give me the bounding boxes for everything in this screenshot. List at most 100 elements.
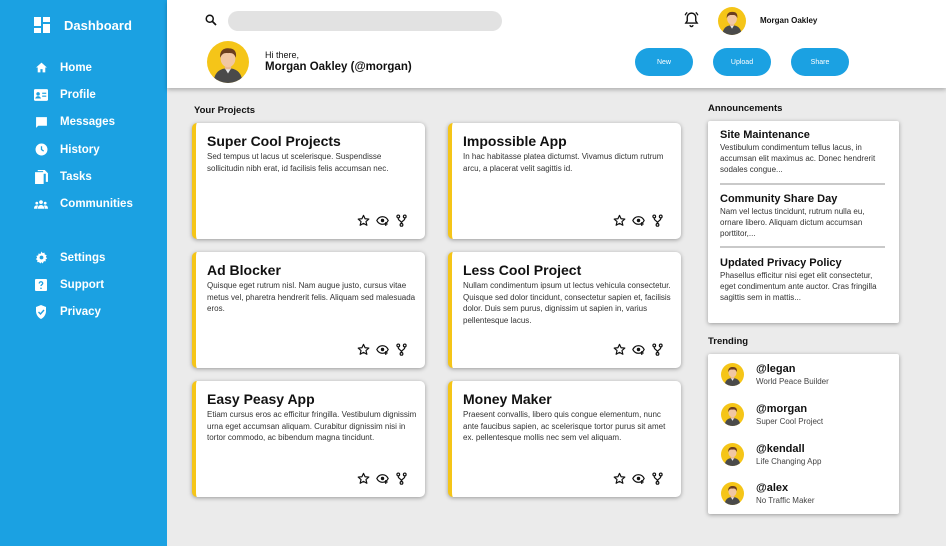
- fork-icon[interactable]: [395, 472, 408, 485]
- fork-icon[interactable]: [651, 214, 664, 227]
- project-title: Ad Blocker: [207, 262, 281, 278]
- search-icon[interactable]: [205, 13, 219, 27]
- sidebar-item-label: Messages: [60, 116, 115, 129]
- project-description: Praesent convallis, libero quis congue e…: [463, 410, 666, 442]
- project-actions: [357, 214, 408, 227]
- avatar[interactable]: [718, 7, 746, 35]
- announcement-text: Nam vel lectus tincidunt, rutrum nulla e…: [720, 207, 865, 238]
- upload-button[interactable]: Upload: [713, 48, 771, 76]
- fork-icon[interactable]: [395, 343, 408, 356]
- announcement-title: Updated Privacy Policy: [720, 257, 842, 269]
- watch-icon[interactable]: [376, 472, 389, 485]
- watch-icon[interactable]: [376, 343, 389, 356]
- sidebar-item-home[interactable]: Home: [34, 54, 164, 81]
- clock-icon: [34, 143, 48, 157]
- announcements-heading: Announcements: [708, 103, 783, 114]
- star-icon[interactable]: [357, 214, 370, 227]
- announcement-item[interactable]: Community Share Day Nam vel lectus tinci…: [720, 193, 885, 239]
- sidebar-item-settings[interactable]: Settings: [34, 244, 164, 271]
- watch-icon[interactable]: [632, 214, 645, 227]
- fork-icon[interactable]: [651, 472, 664, 485]
- greeting-name: Morgan Oakley (@morgan): [265, 61, 412, 73]
- sidebar-brand-label: Dashboard: [64, 17, 132, 33]
- sidebar-item-privacy[interactable]: Privacy: [34, 299, 164, 326]
- project-card[interactable]: Impossible App In hac habitasse platea d…: [448, 123, 681, 239]
- project-actions: [357, 472, 408, 485]
- star-icon[interactable]: [357, 472, 370, 485]
- sidebar-item-label: Profile: [60, 88, 96, 101]
- divider: [720, 183, 885, 185]
- project-title: Impossible App: [463, 133, 567, 149]
- header-user-name[interactable]: Morgan Oakley: [760, 16, 817, 25]
- header: Morgan Oakley Hi there, Morgan Oakley (@…: [167, 0, 946, 88]
- sidebar-item-label: Settings: [60, 251, 106, 264]
- star-icon[interactable]: [613, 472, 626, 485]
- sidebar-item-support[interactable]: Support: [34, 271, 164, 298]
- sidebar-item-profile[interactable]: Profile: [34, 81, 164, 108]
- project-title: Easy Peasy App: [207, 391, 315, 407]
- project-card[interactable]: Super Cool Projects Sed tempus ut lacus …: [192, 123, 425, 239]
- watch-icon[interactable]: [632, 472, 645, 485]
- fork-icon[interactable]: [651, 343, 664, 356]
- profile-avatar: [207, 41, 249, 83]
- project-card[interactable]: Less Cool Project Nullam condimentum ips…: [448, 252, 681, 368]
- dashboard-icon: [34, 17, 50, 33]
- project-description: Sed tempus ut lacus ut scelerisque. Susp…: [207, 152, 389, 173]
- announcement-text: Phasellus efficitur nisi eget elit conse…: [720, 271, 877, 302]
- sidebar-brand[interactable]: Dashboard: [34, 17, 132, 33]
- new-button[interactable]: New: [635, 48, 693, 76]
- project-description: Quisque eget rutrum nisl. Nam augue just…: [207, 281, 416, 313]
- announcement-title: Site Maintenance: [720, 129, 810, 141]
- avatar: [721, 403, 744, 426]
- search-input[interactable]: [228, 11, 502, 31]
- project-actions: [613, 214, 664, 227]
- announcement-item[interactable]: Updated Privacy Policy Phasellus efficit…: [720, 257, 885, 303]
- watch-icon[interactable]: [632, 343, 645, 356]
- project-actions: [613, 472, 664, 485]
- project-card[interactable]: Easy Peasy App Etiam cursus eros ac effi…: [192, 381, 425, 497]
- trending-item[interactable]: @legan World Peace Builder: [721, 363, 829, 386]
- fork-icon[interactable]: [395, 214, 408, 227]
- trending-item[interactable]: @kendall Life Changing App: [721, 443, 821, 466]
- star-icon[interactable]: [613, 214, 626, 227]
- sidebar-item-label: Privacy: [60, 306, 101, 319]
- bell-icon[interactable]: [683, 11, 701, 29]
- shield-icon: [34, 305, 48, 320]
- sidebar-item-label: Tasks: [60, 170, 92, 183]
- sidebar-item-history[interactable]: History: [34, 136, 164, 163]
- trending-handle: @morgan: [756, 403, 808, 415]
- project-title: Less Cool Project: [463, 262, 582, 278]
- home-icon: [34, 61, 48, 75]
- star-icon[interactable]: [357, 343, 370, 356]
- trending-panel: @legan World Peace Builder @morgan Super…: [708, 354, 899, 514]
- trending-item[interactable]: @morgan Super Cool Project: [721, 403, 823, 426]
- share-button[interactable]: Share: [791, 48, 849, 76]
- project-title: Super Cool Projects: [207, 133, 341, 149]
- watch-icon[interactable]: [376, 214, 389, 227]
- trending-heading: Trending: [708, 336, 749, 347]
- trending-subtitle: World Peace Builder: [756, 377, 829, 386]
- sidebar-item-tasks[interactable]: Tasks: [34, 163, 164, 190]
- avatar: [721, 443, 744, 466]
- project-description: Etiam cursus eros ac efficitur fringilla…: [207, 410, 417, 442]
- project-card[interactable]: Money Maker Praesent convallis, libero q…: [448, 381, 681, 497]
- star-icon[interactable]: [613, 343, 626, 356]
- avatar: [721, 363, 744, 386]
- project-actions: [357, 343, 408, 356]
- trending-subtitle: No Traffic Maker: [756, 496, 815, 505]
- sidebar-item-communities[interactable]: Communities: [34, 190, 164, 217]
- announcement-title: Community Share Day: [720, 193, 838, 205]
- sidebar-item-messages[interactable]: Messages: [34, 109, 164, 136]
- avatar: [721, 482, 744, 505]
- project-card[interactable]: Ad Blocker Quisque eget rutrum nisl. Nam…: [192, 252, 425, 368]
- sidebar-nav-secondary: Settings Support Privacy: [34, 244, 164, 326]
- greeting-text: Hi there,: [265, 50, 300, 60]
- divider: [720, 246, 885, 248]
- announcement-item[interactable]: Site Maintenance Vestibulum condimentum …: [720, 129, 885, 175]
- trending-subtitle: Super Cool Project: [756, 417, 824, 426]
- documents-icon: [34, 169, 48, 184]
- trending-item[interactable]: @alex No Traffic Maker: [721, 482, 815, 505]
- chat-icon: [34, 115, 48, 129]
- sidebar: Dashboard Home Profile Messages History …: [0, 0, 167, 546]
- trending-subtitle: Life Changing App: [756, 457, 822, 466]
